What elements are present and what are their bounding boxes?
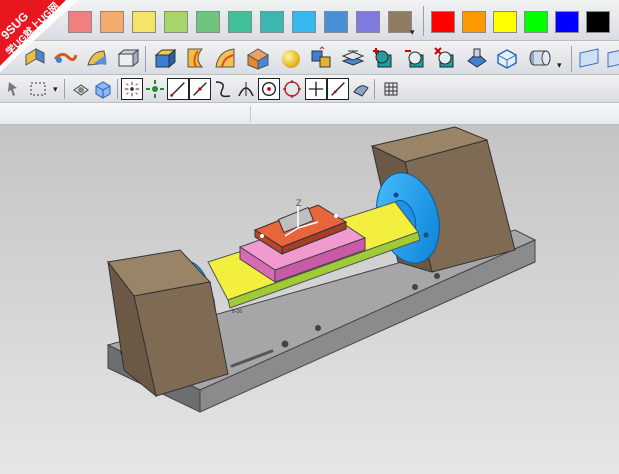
wireframe-icon[interactable]: [494, 45, 520, 71]
color-swatch[interactable]: [524, 11, 548, 33]
curve-icon[interactable]: [189, 78, 211, 100]
move-points-icon[interactable]: [121, 78, 143, 100]
snap-icon[interactable]: [3, 78, 25, 100]
color-swatch[interactable]: [164, 11, 188, 33]
extra-icon[interactable]: [605, 45, 619, 71]
color-swatch[interactable]: [196, 11, 220, 33]
color-swatch[interactable]: [292, 11, 316, 33]
grid-icon[interactable]: [380, 78, 402, 100]
9sug-logo: 9SUG 学UG就上UG网: [0, 0, 78, 72]
sphere-icon[interactable]: [278, 45, 304, 71]
plane-icon[interactable]: [577, 45, 603, 71]
cylinder-icon[interactable]: [526, 45, 552, 71]
fixture-model[interactable]: 8-16 Z: [0, 125, 619, 474]
color-swatch[interactable]: [228, 11, 252, 33]
selection-toolbar: ▾: [0, 75, 619, 103]
toolbar-separator: [145, 46, 146, 72]
color-swatch[interactable]: [431, 11, 455, 33]
add-body-icon[interactable]: [370, 45, 396, 71]
color-palette-toolbar: ▾: [0, 0, 619, 41]
color-swatch[interactable]: [586, 11, 610, 33]
modeling-toolbar: ▾: [0, 41, 619, 75]
color-swatch[interactable]: [493, 11, 517, 33]
toolbar-separator: [571, 46, 572, 72]
box-icon[interactable]: [114, 45, 140, 71]
revolve-icon[interactable]: [182, 45, 208, 71]
toolbar-separator: [117, 79, 118, 99]
more-tools-dropdown-icon[interactable]: ▾: [557, 60, 562, 71]
toolbar-separator: [423, 6, 424, 36]
assembly-icon[interactable]: [308, 45, 334, 71]
view-box-icon[interactable]: [92, 78, 114, 100]
part-label: 8-16: [232, 309, 242, 315]
palette-dropdown-icon[interactable]: ▾: [410, 27, 415, 38]
remove-body-icon[interactable]: [432, 45, 458, 71]
surface-icon[interactable]: [84, 45, 110, 71]
drag-icon[interactable]: [144, 78, 166, 100]
selection-dropdown-icon[interactable]: ▾: [53, 84, 58, 95]
axis-z-label: Z: [296, 198, 302, 208]
circle-icon[interactable]: [281, 78, 303, 100]
color-swatch[interactable]: [260, 11, 284, 33]
line-icon[interactable]: [167, 78, 189, 100]
shade-icon[interactable]: [350, 78, 372, 100]
color-swatch[interactable]: [324, 11, 348, 33]
cross-icon[interactable]: [305, 78, 327, 100]
toolbar-separator: [64, 79, 65, 99]
surface-patch-icon[interactable]: [212, 45, 238, 71]
view-3d-icon[interactable]: [70, 78, 92, 100]
color-swatch[interactable]: [462, 11, 486, 33]
block-icon[interactable]: [152, 45, 178, 71]
circle-point-icon[interactable]: [258, 78, 280, 100]
color-swatch[interactable]: [388, 11, 412, 33]
selection-box-icon[interactable]: [28, 78, 50, 100]
status-strip: [0, 103, 619, 125]
sheet-body-icon[interactable]: [244, 45, 270, 71]
toolbar-separator: [374, 79, 375, 99]
subtract-body-icon[interactable]: [402, 45, 428, 71]
arc-icon[interactable]: [235, 78, 257, 100]
slash-icon[interactable]: [327, 78, 349, 100]
color-swatch[interactable]: [555, 11, 579, 33]
color-swatch[interactable]: [356, 11, 380, 33]
hide-body-icon[interactable]: [464, 45, 490, 71]
bend-icon[interactable]: [212, 78, 234, 100]
status-divider: [250, 106, 251, 122]
graphics-viewport[interactable]: 8-16 Z: [0, 125, 619, 474]
color-swatch[interactable]: [100, 11, 124, 33]
color-swatch[interactable]: [132, 11, 156, 33]
layers-icon[interactable]: [340, 45, 366, 71]
